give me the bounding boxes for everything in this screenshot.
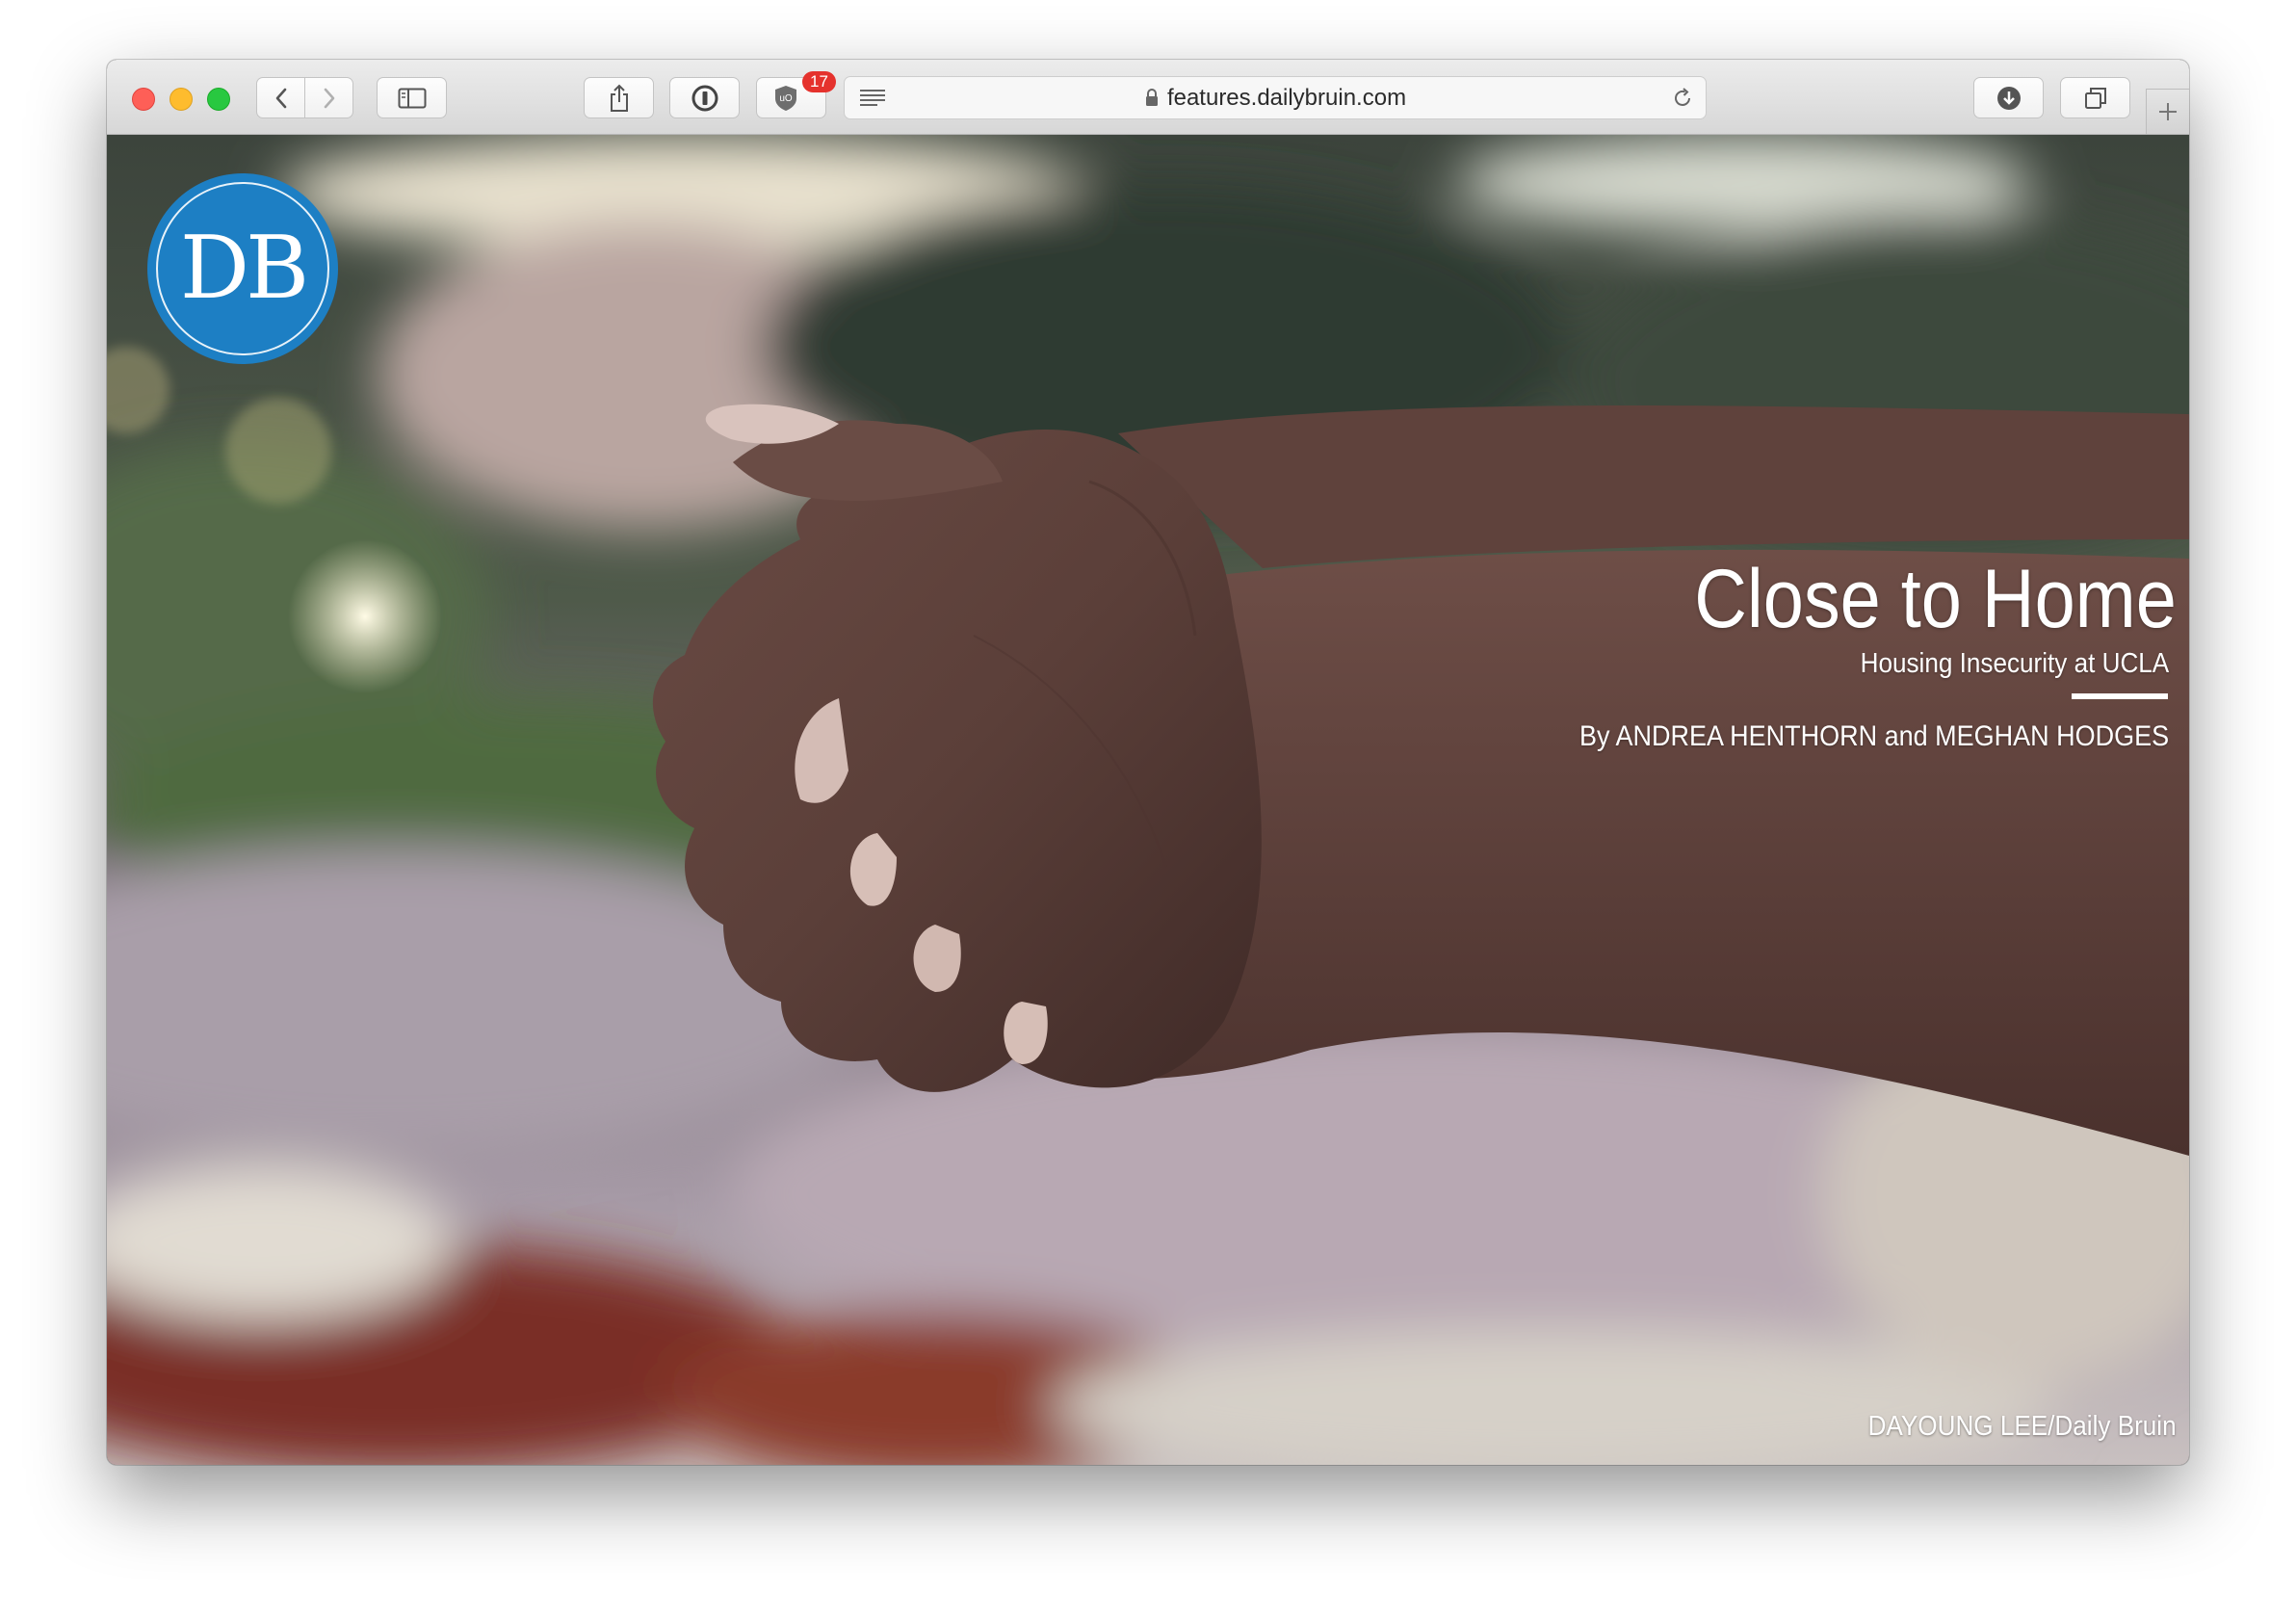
browser-window: uO 17 features.dailybruin.com DB Close t… bbox=[107, 60, 2189, 1465]
back-icon bbox=[275, 88, 286, 108]
close-window-button[interactable] bbox=[132, 88, 155, 111]
hero-photo bbox=[107, 135, 2189, 1465]
password-manager-icon bbox=[691, 85, 718, 111]
zoom-window-button[interactable] bbox=[207, 88, 230, 111]
lock-icon bbox=[1145, 88, 1158, 106]
forward-button[interactable] bbox=[304, 77, 353, 118]
article-subtitle: Housing Insecurity at UCLA bbox=[1860, 648, 2169, 679]
new-tab-button[interactable] bbox=[2146, 89, 2189, 134]
share-button[interactable] bbox=[584, 77, 654, 118]
ublock-badge: 17 bbox=[802, 71, 836, 92]
browser-toolbar: uO 17 features.dailybruin.com bbox=[107, 60, 2189, 135]
title-divider bbox=[2072, 693, 2168, 699]
sidebar-button[interactable] bbox=[377, 77, 447, 118]
forward-icon bbox=[324, 88, 334, 108]
article-title: Close to Home bbox=[1694, 553, 2177, 645]
logo-text: DB bbox=[179, 218, 309, 319]
minimize-window-button[interactable] bbox=[170, 88, 193, 111]
tabs-overview-icon bbox=[2084, 87, 2106, 109]
hero-section: DB Close to Home Housing Insecurity at U… bbox=[107, 135, 2189, 1465]
photo-credit: DAYOUNG LEE/Daily Bruin bbox=[1867, 1411, 2177, 1442]
svg-text:uO: uO bbox=[779, 93, 793, 104]
download-icon bbox=[1996, 86, 2021, 110]
reload-icon[interactable] bbox=[1671, 87, 1694, 110]
share-icon bbox=[610, 84, 628, 112]
downloads-button[interactable] bbox=[1973, 77, 2044, 118]
ublock-shield-icon: uO bbox=[774, 85, 796, 111]
plus-icon bbox=[2159, 103, 2177, 120]
password-manager-button[interactable] bbox=[669, 77, 740, 118]
tabs-overview-button[interactable] bbox=[2060, 77, 2130, 118]
url-text: features.dailybruin.com bbox=[1166, 85, 1407, 111]
back-button[interactable] bbox=[256, 77, 305, 118]
daily-bruin-logo[interactable]: DB bbox=[147, 173, 338, 364]
navigation-buttons bbox=[256, 77, 354, 118]
article-byline: By ANDREA HENTHORN and MEGHAN HODGES bbox=[1578, 720, 2169, 752]
address-bar[interactable]: features.dailybruin.com bbox=[844, 76, 1707, 119]
sidebar-icon bbox=[398, 88, 426, 108]
